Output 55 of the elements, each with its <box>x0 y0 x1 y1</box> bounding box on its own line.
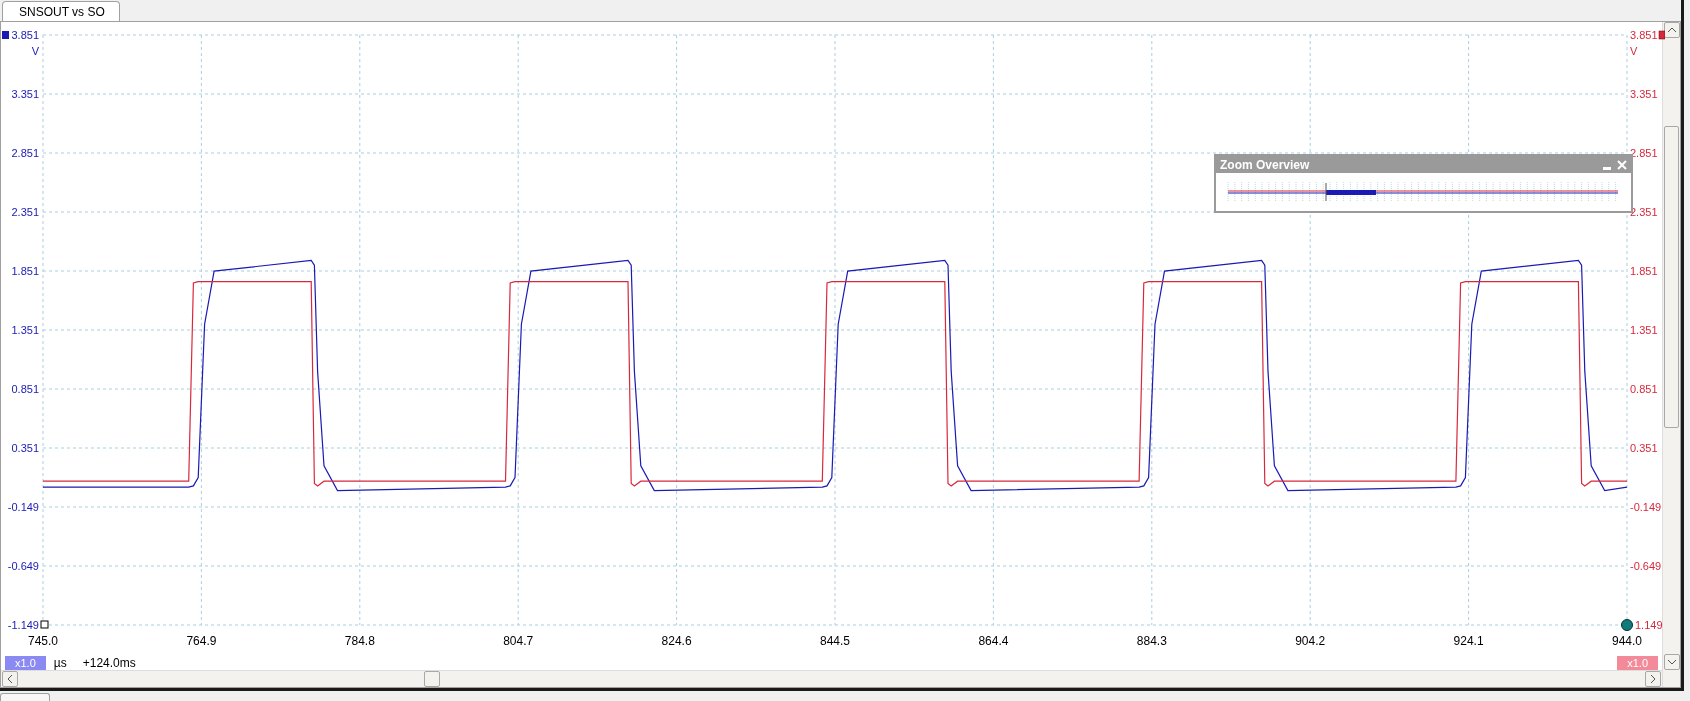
axis-label: 784.8 <box>344 634 375 648</box>
caret-icon <box>1668 27 1676 33</box>
axis-label: 3.851 <box>11 29 39 41</box>
scrollbar-thumb[interactable] <box>1664 126 1679 428</box>
channel-marker-icon[interactable] <box>1658 30 1665 40</box>
tab[interactable]: SNSOUT vs SO <box>2 1 120 21</box>
caret-icon <box>7 675 13 683</box>
axis-label: 904.2 <box>1295 634 1326 648</box>
axis-label: 2.851 <box>11 147 39 159</box>
scroll-down-button[interactable] <box>1664 654 1680 670</box>
axis-label: 1.851 <box>11 265 39 277</box>
axis-label: 3.351 <box>11 88 39 100</box>
axis-label: -0.649 <box>1630 560 1662 572</box>
axis-label: -0.149 <box>1630 501 1662 513</box>
scroll-left-button[interactable] <box>2 671 18 687</box>
scale-badge[interactable]: x1.0 <box>5 656 46 670</box>
cursor-handle-icon[interactable] <box>1621 619 1633 631</box>
axis-label: 844.5 <box>820 634 850 648</box>
axis-label: 864.4 <box>978 634 1009 648</box>
axis-label: 3.351 <box>1630 88 1658 100</box>
axis-label: 0.351 <box>1630 442 1658 454</box>
axis-label: 1.351 <box>11 324 39 336</box>
axis-label: 884.3 <box>1136 634 1167 648</box>
scroll-right-button[interactable] <box>1645 671 1661 687</box>
axis-label: 2.351 <box>11 206 39 218</box>
scale-badge[interactable]: x1.0 <box>1617 656 1658 670</box>
axis-label: -0.149 <box>7 501 39 513</box>
axis-label: -0.649 <box>7 560 39 572</box>
axis-label: 2.351 <box>1630 206 1658 218</box>
scrollbar-thumb[interactable] <box>424 671 440 687</box>
caret-icon <box>1668 659 1676 665</box>
axis-label: 3.851 <box>1630 29 1658 41</box>
axis-label: 824.6 <box>661 634 692 648</box>
scroll-up-button[interactable] <box>1664 22 1680 38</box>
axis-label: 0.351 <box>11 442 39 454</box>
axis-label: 1.851 <box>1630 265 1658 277</box>
caret-icon <box>1650 675 1656 683</box>
axis-label: 764.9 <box>186 634 217 648</box>
cursor-handle-icon[interactable] <box>40 620 49 629</box>
time-offset: +124.0ms <box>82 656 136 670</box>
panel-title: Zoom Overview <box>1220 157 1311 172</box>
axis-label: 0.851 <box>1630 383 1658 395</box>
axis-label: 944.0 <box>1612 634 1642 648</box>
close-icon[interactable] <box>1617 159 1627 170</box>
axis-unit: V <box>1630 45 1638 57</box>
axis-label: 924.1 <box>1453 634 1484 648</box>
axis-label: 1.351 <box>1630 324 1658 336</box>
channel-marker-icon[interactable] <box>2 31 9 39</box>
axis-label: 0.851 <box>11 383 39 395</box>
axis-label: 804.7 <box>503 634 534 648</box>
axis-label: 1.149 <box>1635 619 1663 631</box>
unit-label: µs <box>53 656 67 670</box>
axis-unit: V <box>31 45 39 57</box>
axis-label: 745.0 <box>28 634 58 648</box>
axis-label: -1.149 <box>7 619 39 631</box>
